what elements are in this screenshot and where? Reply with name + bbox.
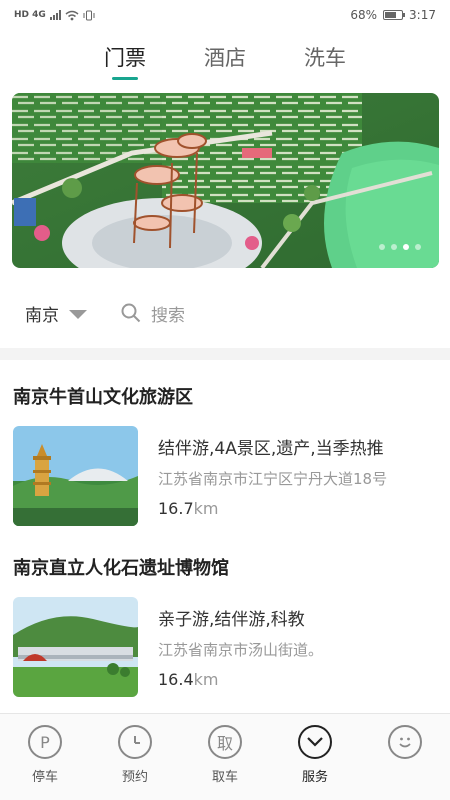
search-placeholder: 搜索 (151, 305, 185, 326)
banner-dot[interactable] (415, 244, 421, 250)
distance-value: 16.7 (158, 499, 194, 518)
nav-service[interactable]: 服务 (270, 714, 360, 800)
section-divider (0, 348, 450, 360)
spot-title[interactable]: 南京牛首山文化旅游区 (13, 383, 193, 409)
nav-label: 取车 (211, 770, 238, 785)
nav-reservation[interactable]: 预约 (90, 714, 180, 800)
search-box[interactable]: 搜索 (121, 301, 185, 326)
pickup-car-icon: 取 (208, 725, 242, 759)
banner-dot[interactable] (379, 244, 385, 250)
banner-dot[interactable] (403, 244, 409, 250)
spot-info: 亲子游,结伴游,科教 江苏省南京市汤山街道。 16.4km (158, 597, 323, 697)
spot-title[interactable]: 南京直立人化石遗址博物馆 (13, 554, 229, 580)
nav-pickup[interactable]: 取 取车 (180, 714, 270, 800)
signal-icon (49, 10, 61, 20)
tab-tickets[interactable]: 门票 (104, 40, 146, 84)
promo-banner[interactable] (12, 93, 439, 268)
tab-hotels[interactable]: 酒店 (204, 40, 246, 84)
dropdown-caret-icon (69, 309, 87, 319)
vibrate-icon (83, 10, 95, 20)
nav-label: 停车 (31, 770, 58, 785)
spot-thumbnail (13, 597, 138, 697)
nav-parking[interactable]: P 停车 (0, 714, 90, 800)
status-bar: HD 4G 68% 3:17 (0, 0, 450, 30)
spot-distance: 16.7km (158, 499, 387, 518)
spot-distance: 16.4km (158, 670, 323, 689)
clock-time: 3:17 (409, 8, 436, 22)
category-tabs: 门票 酒店 洗车 (0, 40, 450, 84)
filter-bar: 南京 搜索 (0, 285, 450, 341)
wifi-icon (65, 10, 79, 20)
battery-icon (383, 10, 406, 20)
battery-percent: 68% (350, 8, 378, 22)
status-right: 68% 3:17 (350, 8, 436, 22)
spot-info: 结伴游,4A景区,遗产,当季热推 江苏省南京市江宁区宁丹大道18号 16.7km (158, 426, 387, 526)
distance-unit: km (193, 499, 219, 518)
network-indicator: HD 4G (14, 10, 46, 20)
chevron-down-icon (298, 725, 332, 759)
smiley-icon (388, 725, 422, 759)
nav-label: 预约 (121, 770, 148, 785)
clock-icon (118, 725, 152, 759)
spot-thumbnail (13, 426, 138, 526)
city-label: 南京 (25, 305, 59, 326)
banner-dot[interactable] (391, 244, 397, 250)
distance-value: 16.4 (158, 670, 194, 689)
nav-label: 服务 (301, 770, 328, 785)
status-left: HD 4G (14, 10, 95, 21)
parking-icon: P (28, 725, 62, 759)
banner-image (12, 93, 439, 268)
nav-profile[interactable] (360, 714, 450, 800)
spot-card[interactable]: 结伴游,4A景区,遗产,当季热推 江苏省南京市江宁区宁丹大道18号 16.7km (13, 426, 443, 526)
distance-unit: km (193, 670, 219, 689)
spot-card[interactable]: 亲子游,结伴游,科教 江苏省南京市汤山街道。 16.4km (13, 597, 443, 697)
spot-tags: 结伴游,4A景区,遗产,当季热推 (158, 439, 384, 459)
banner-pagination (379, 244, 421, 250)
search-icon (121, 303, 141, 323)
bottom-navigation: P 停车 预约 取 取车 服务 (0, 713, 450, 800)
spot-address: 江苏省南京市汤山街道。 (158, 641, 324, 659)
spot-address: 江苏省南京市江宁区宁丹大道18号 (158, 470, 388, 488)
spot-tags: 亲子游,结伴游,科教 (158, 610, 305, 630)
city-selector[interactable]: 南京 (25, 301, 87, 326)
tab-car-wash[interactable]: 洗车 (304, 40, 346, 84)
